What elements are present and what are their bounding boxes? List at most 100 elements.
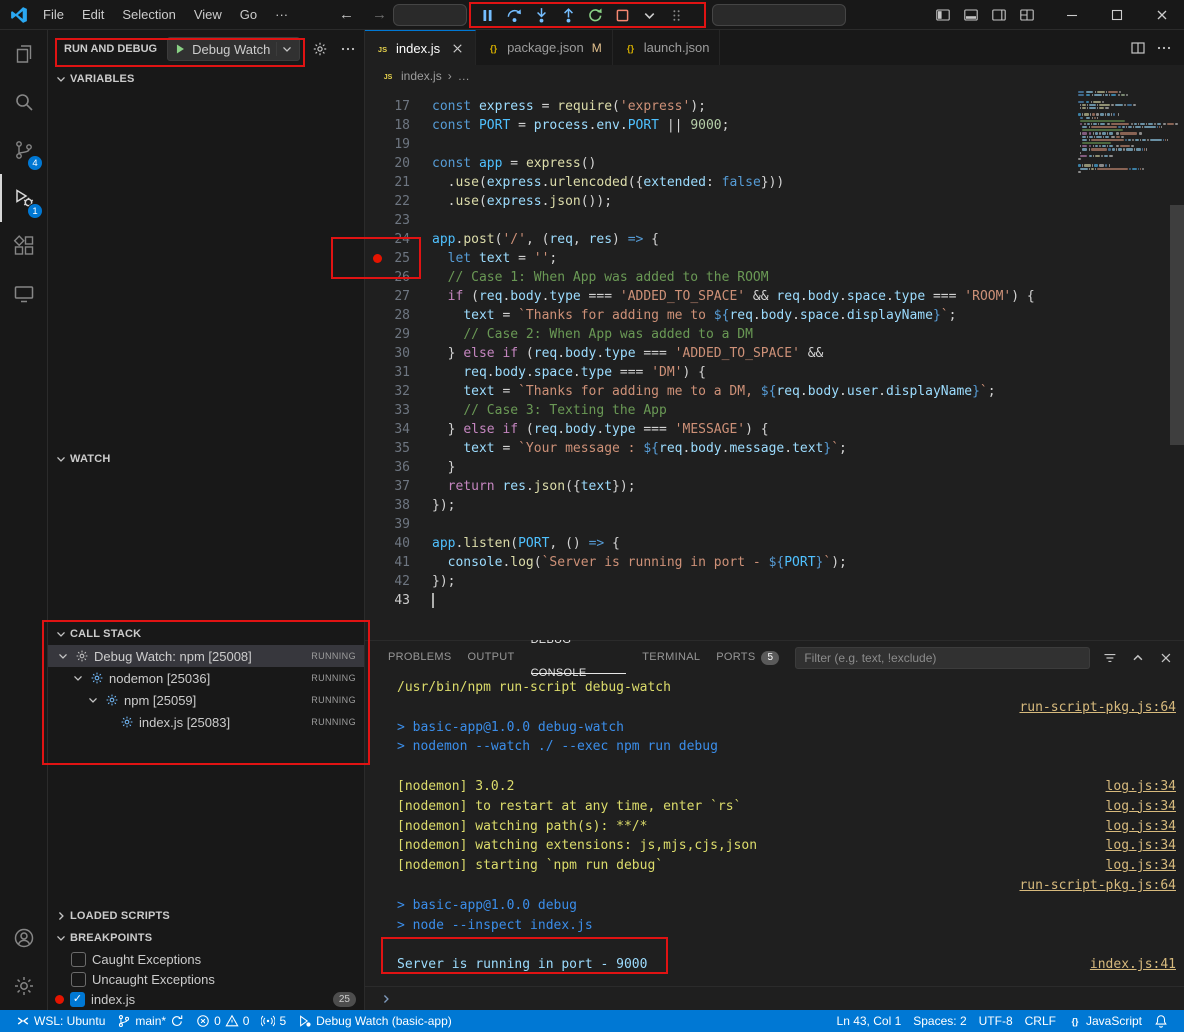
gutter[interactable]: 30 [365,344,432,363]
source-link[interactable]: log.js:34 [1106,836,1176,856]
code-line[interactable]: 24app.post('/', (req, res) => { [365,230,1184,249]
gutter[interactable]: 20 [365,154,432,173]
tab-package-json[interactable]: {}package.jsonM [476,30,613,65]
status-debug-session[interactable]: Debug Watch (basic-app) [292,1010,458,1032]
code-line[interactable]: 25 let text = ''; [365,249,1184,268]
menu-more[interactable]: ··· [266,0,297,30]
maximize-button[interactable] [1094,0,1139,30]
gutter[interactable]: 37 [365,477,432,496]
source-link[interactable]: log.js:34 [1106,777,1176,797]
code-line[interactable]: 21 .use(express.urlencoded({extended: fa… [365,173,1184,192]
gutter[interactable]: 32 [365,382,432,401]
step-out-button[interactable] [555,3,582,27]
step-over-button[interactable] [501,3,528,27]
maximize-panel-icon[interactable] [1130,650,1146,666]
gutter[interactable]: 29 [365,325,432,344]
step-into-button[interactable] [528,3,555,27]
status-notifications[interactable] [1148,1010,1174,1032]
gutter[interactable]: 41 [365,553,432,572]
toggle-primary-sidebar-button[interactable] [929,0,957,30]
toolbar-gripper-button[interactable] [663,3,690,27]
code-line[interactable]: 33 // Case 3: Texting the App [365,401,1184,420]
source-link[interactable]: index.js:41 [1090,955,1176,975]
section-variables[interactable]: VARIABLES [48,68,364,90]
activity-remote-explorer[interactable] [0,270,48,318]
more-icon[interactable] [340,41,356,57]
source-link[interactable]: run-script-pkg.js:64 [1019,876,1176,896]
gear-icon[interactable] [312,41,328,57]
code-line[interactable]: 19 [365,135,1184,154]
code-line[interactable]: 20const app = express() [365,154,1184,173]
code-line[interactable]: 35 text = `Your message : ${req.body.mes… [365,439,1184,458]
code-line[interactable]: 43 [365,591,1184,610]
menu-view[interactable]: View [185,0,231,30]
code-line[interactable]: 40app.listen(PORT, () => { [365,534,1184,553]
source-link[interactable]: log.js:34 [1106,797,1176,817]
code-line[interactable]: 36 } [365,458,1184,477]
status-remote-indicator[interactable]: WSL: Ubuntu [10,1010,111,1032]
code-line[interactable]: 34 } else if (req.body.type === 'MESSAGE… [365,420,1184,439]
breadcrumb-file[interactable]: index.js [401,69,442,83]
gutter[interactable]: 43 [365,591,432,610]
gutter[interactable]: 31 [365,363,432,382]
breadcrumb[interactable]: JS index.js › … [365,65,1184,87]
split-editor-icon[interactable] [1130,40,1146,56]
code-line[interactable]: 18const PORT = process.env.PORT || 9000; [365,116,1184,135]
gutter[interactable]: 19 [365,135,432,154]
gutter[interactable]: 36 [365,458,432,477]
pause-button[interactable] [474,3,501,27]
status-cursor-position[interactable]: Ln 43, Col 1 [831,1010,908,1032]
customize-layout-button[interactable] [1013,0,1041,30]
checkbox[interactable] [71,972,86,987]
gutter[interactable]: 27 [365,287,432,306]
code-line[interactable]: 38}); [365,496,1184,515]
history-back-icon[interactable]: ← [330,6,363,23]
checkbox[interactable] [71,952,86,967]
menu-selection[interactable]: Selection [113,0,184,30]
breakpoint-item[interactable]: index.js25 [48,989,364,1009]
launch-config-dropdown[interactable]: Debug Watch [167,37,300,61]
breakpoint-item[interactable]: Uncaught Exceptions [48,969,364,989]
code-line[interactable]: 22 .use(express.json()); [365,192,1184,211]
section-breakpoints[interactable]: BREAKPOINTS [48,927,364,949]
console-filter-input[interactable] [795,647,1090,669]
gutter[interactable]: 39 [365,515,432,534]
activity-explorer[interactable] [0,30,48,78]
command-center-left[interactable] [393,4,467,26]
close-panel-icon[interactable] [1158,650,1174,666]
call-stack-item[interactable]: nodemon [25036]RUNNING [48,667,364,689]
gutter[interactable]: 40 [365,534,432,553]
source-link[interactable]: log.js:34 [1106,856,1176,876]
tab-launch-json[interactable]: {}launch.json [613,30,721,65]
code-line[interactable]: 28 text = `Thanks for adding me to ${req… [365,306,1184,325]
panel-tab-terminal[interactable]: TERMINAL [642,641,700,674]
breadcrumb-more[interactable]: … [458,69,470,83]
status-encoding[interactable]: UTF-8 [973,1010,1019,1032]
toggle-secondary-sidebar-button[interactable] [985,0,1013,30]
panel-tab-debug-console[interactable]: DEBUG CONSOLE [531,641,627,674]
gutter[interactable]: 24 [365,230,432,249]
code-line[interactable]: 32 text = `Thanks for adding me to a DM,… [365,382,1184,401]
activity-settings[interactable] [0,962,48,1010]
start-debug-icon[interactable] [173,42,187,56]
section-call-stack[interactable]: CALL STACK [48,623,364,645]
call-stack-item[interactable]: index.js [25083]RUNNING [48,711,364,733]
code-line[interactable]: 31 req.body.space.type === 'DM') { [365,363,1184,382]
gutter[interactable]: 25 [365,249,432,268]
code-line[interactable]: 26 // Case 1: When App was added to the … [365,268,1184,287]
code-line[interactable]: 42}); [365,572,1184,591]
menu-go[interactable]: Go [231,0,266,30]
filter-lines-icon[interactable] [1102,650,1118,666]
activity-source-control[interactable]: 4 [0,126,48,174]
gutter[interactable]: 18 [365,116,432,135]
source-link[interactable]: run-script-pkg.js:64 [1019,698,1176,718]
source-link[interactable]: log.js:34 [1106,817,1176,837]
gutter[interactable]: 34 [365,420,432,439]
breakpoint-item[interactable]: Caught Exceptions [48,949,364,969]
close-button[interactable] [1139,0,1184,30]
minimap[interactable] [1078,91,1170,177]
panel-tab-ports[interactable]: PORTS5 [716,641,779,674]
breakpoint-icon[interactable] [373,254,382,263]
gutter[interactable]: 17 [365,97,432,116]
activity-search[interactable] [0,78,48,126]
